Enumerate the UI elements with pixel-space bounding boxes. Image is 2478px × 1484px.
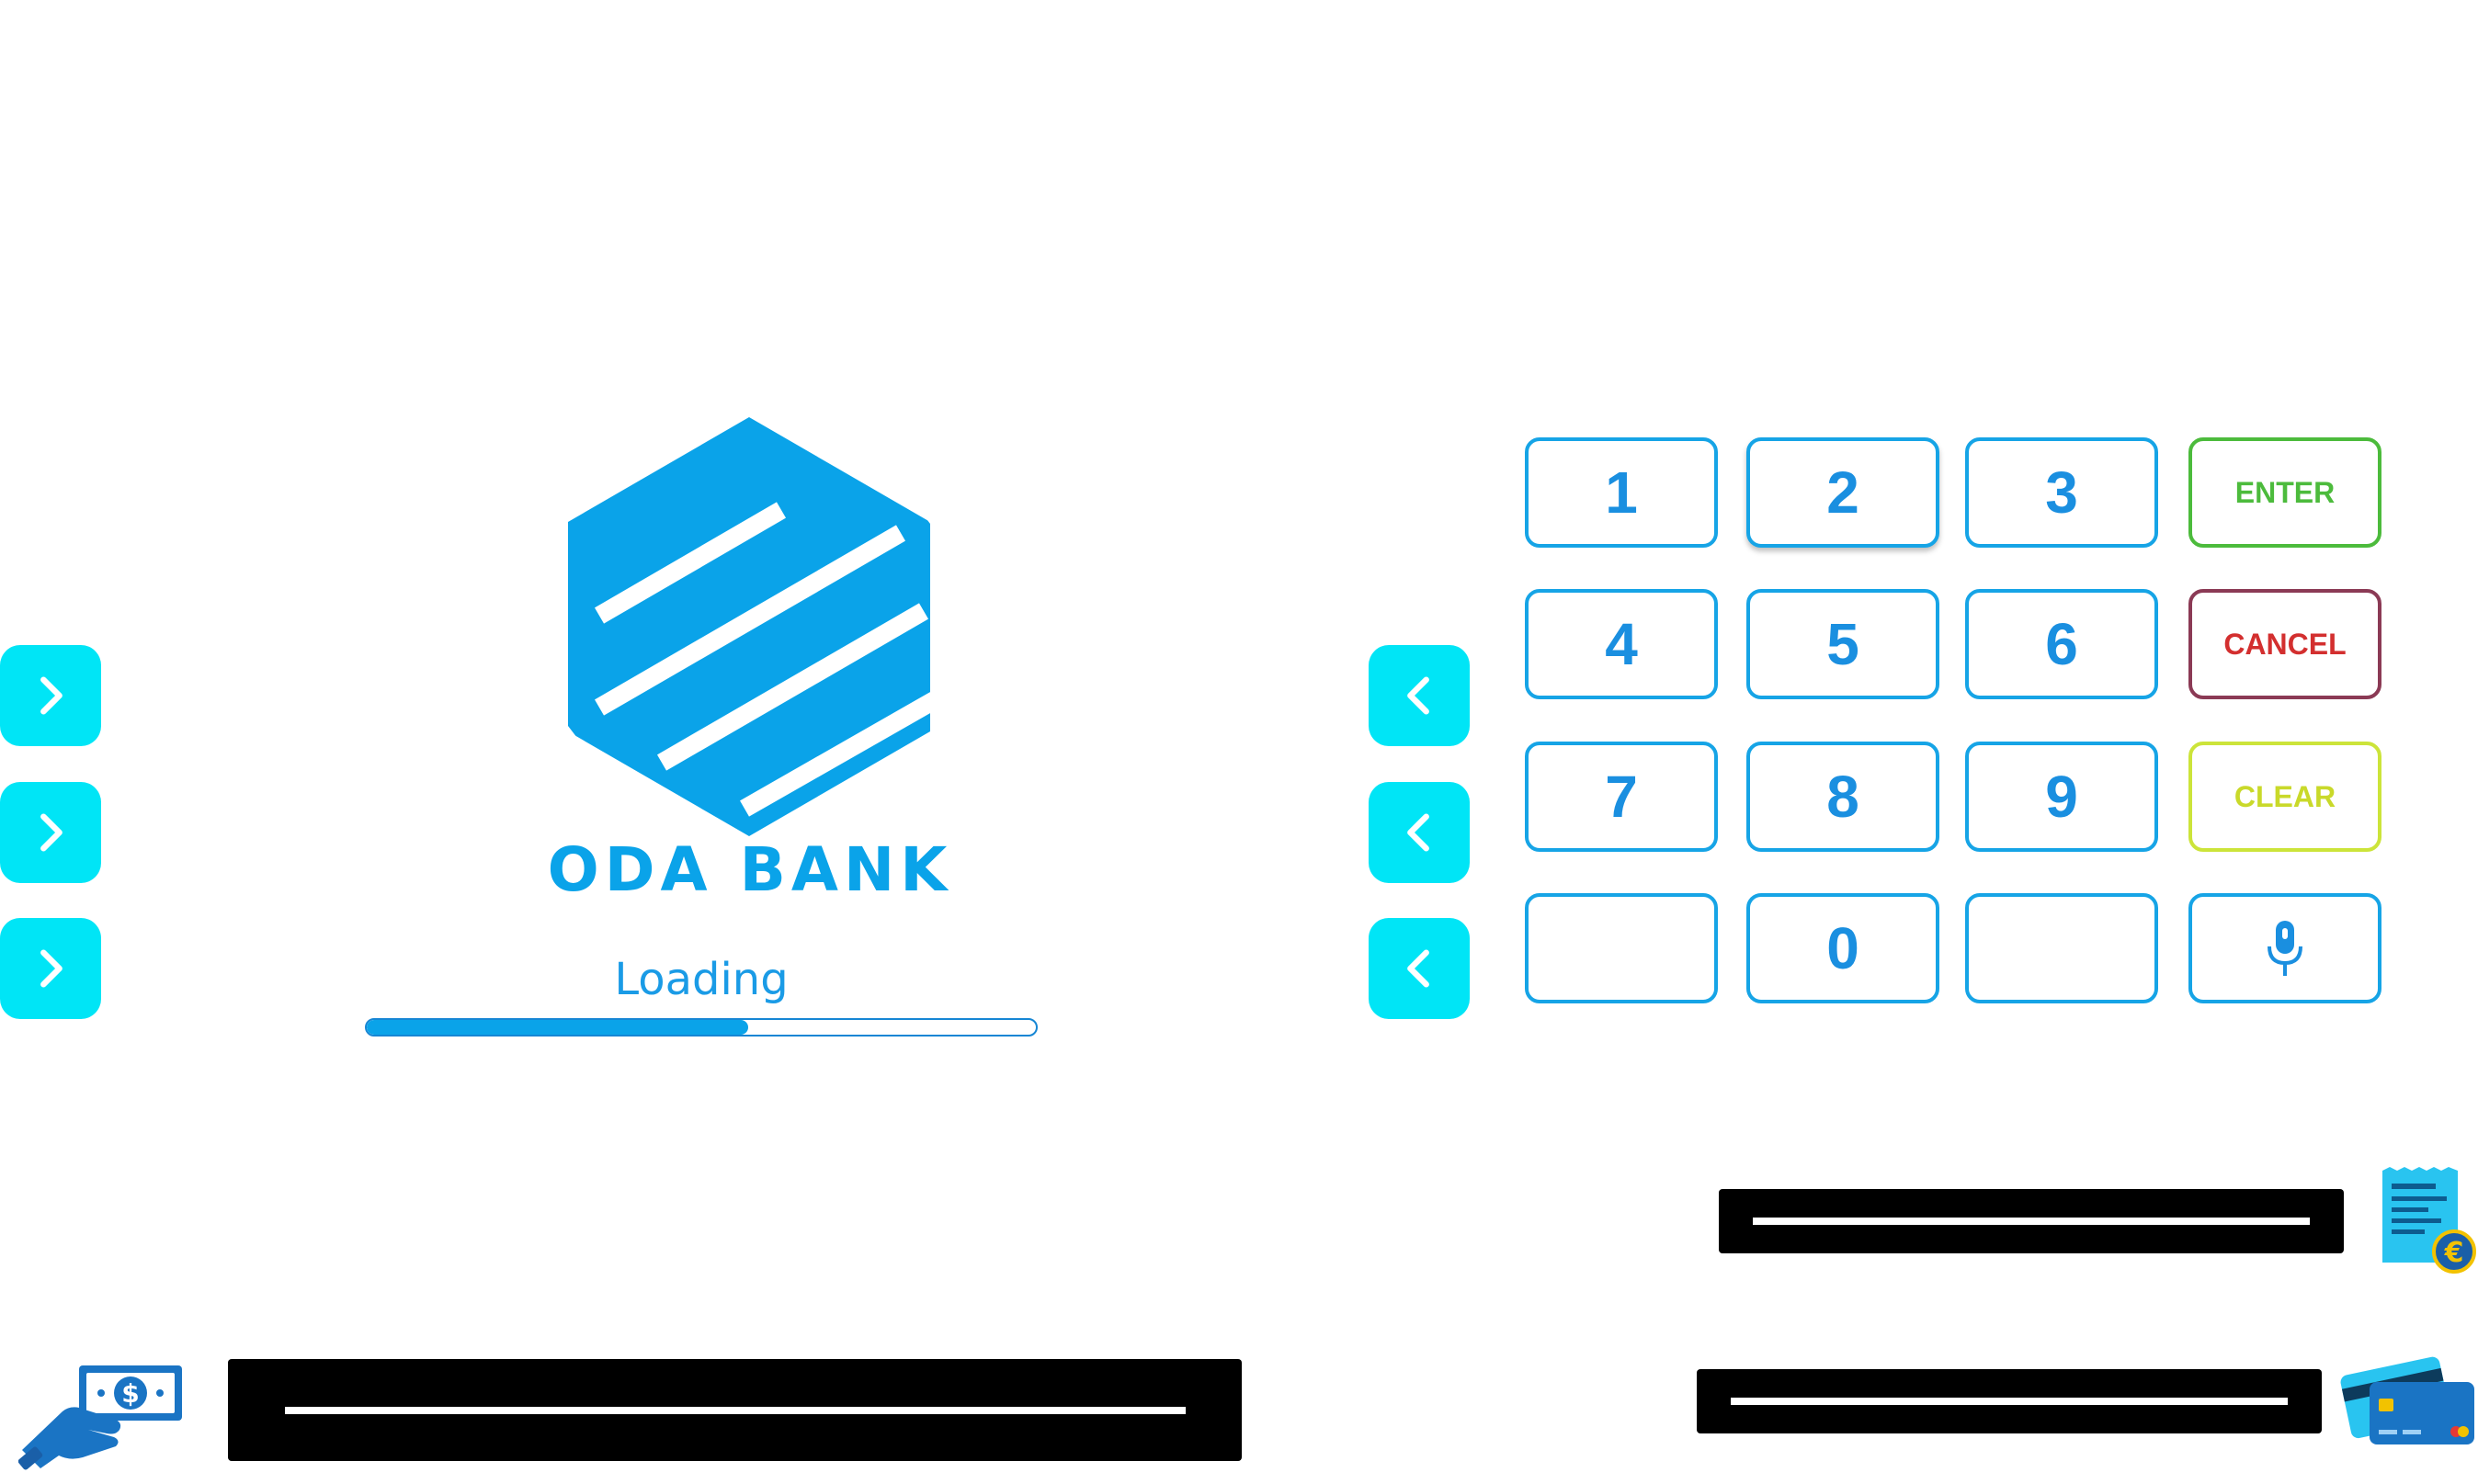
card-slot bbox=[1697, 1369, 2322, 1433]
right-side-button-1[interactable] bbox=[1369, 645, 1470, 746]
svg-text:$: $ bbox=[121, 1378, 139, 1409]
key-8[interactable]: 8 bbox=[1746, 742, 1939, 852]
clear-button[interactable]: CLEAR bbox=[2188, 742, 2381, 852]
key-5[interactable]: 5 bbox=[1746, 589, 1939, 699]
key-6[interactable]: 6 bbox=[1965, 589, 2158, 699]
chevron-right-icon bbox=[40, 676, 63, 715]
loading-progress-bar bbox=[365, 1018, 1038, 1037]
loading-label: Loading bbox=[614, 954, 789, 1005]
cash-hand-icon: $ bbox=[18, 1365, 182, 1470]
cancel-button[interactable]: CANCEL bbox=[2188, 589, 2381, 699]
right-side-button-2[interactable] bbox=[1369, 782, 1470, 883]
credit-card-icon bbox=[2340, 1356, 2474, 1444]
chevron-right-icon bbox=[40, 949, 63, 988]
key-3[interactable]: 3 bbox=[1965, 437, 2158, 548]
bank-name: ODA BANK bbox=[547, 834, 953, 905]
key-4[interactable]: 4 bbox=[1525, 589, 1718, 699]
key-0[interactable]: 0 bbox=[1746, 893, 1939, 1003]
cash-dispenser-slot bbox=[228, 1359, 1242, 1461]
key-blank-left[interactable] bbox=[1525, 893, 1718, 1003]
chevron-left-icon bbox=[1407, 676, 1429, 715]
voice-button[interactable] bbox=[2188, 893, 2381, 1003]
microphone-icon bbox=[2268, 921, 2302, 976]
left-side-button-3[interactable] bbox=[0, 918, 101, 1019]
key-9[interactable]: 9 bbox=[1965, 742, 2158, 852]
enter-button[interactable]: ENTER bbox=[2188, 437, 2381, 548]
chevron-left-icon bbox=[1407, 813, 1429, 852]
left-side-button-1[interactable] bbox=[0, 645, 101, 746]
key-blank-right[interactable] bbox=[1965, 893, 2158, 1003]
left-side-button-2[interactable] bbox=[0, 782, 101, 883]
right-side-button-3[interactable] bbox=[1369, 918, 1470, 1019]
bank-logo-icon bbox=[568, 413, 942, 836]
chevron-left-icon bbox=[1407, 949, 1429, 988]
key-1[interactable]: 1 bbox=[1525, 437, 1718, 548]
receipt-euro-icon: € bbox=[2382, 1167, 2476, 1274]
key-7[interactable]: 7 bbox=[1525, 742, 1718, 852]
svg-text:€: € bbox=[2444, 1237, 2464, 1269]
chevron-right-icon bbox=[40, 813, 63, 852]
receipt-slot bbox=[1719, 1189, 2344, 1253]
loading-progress-fill bbox=[367, 1020, 748, 1035]
key-2[interactable]: 2 bbox=[1746, 437, 1939, 548]
